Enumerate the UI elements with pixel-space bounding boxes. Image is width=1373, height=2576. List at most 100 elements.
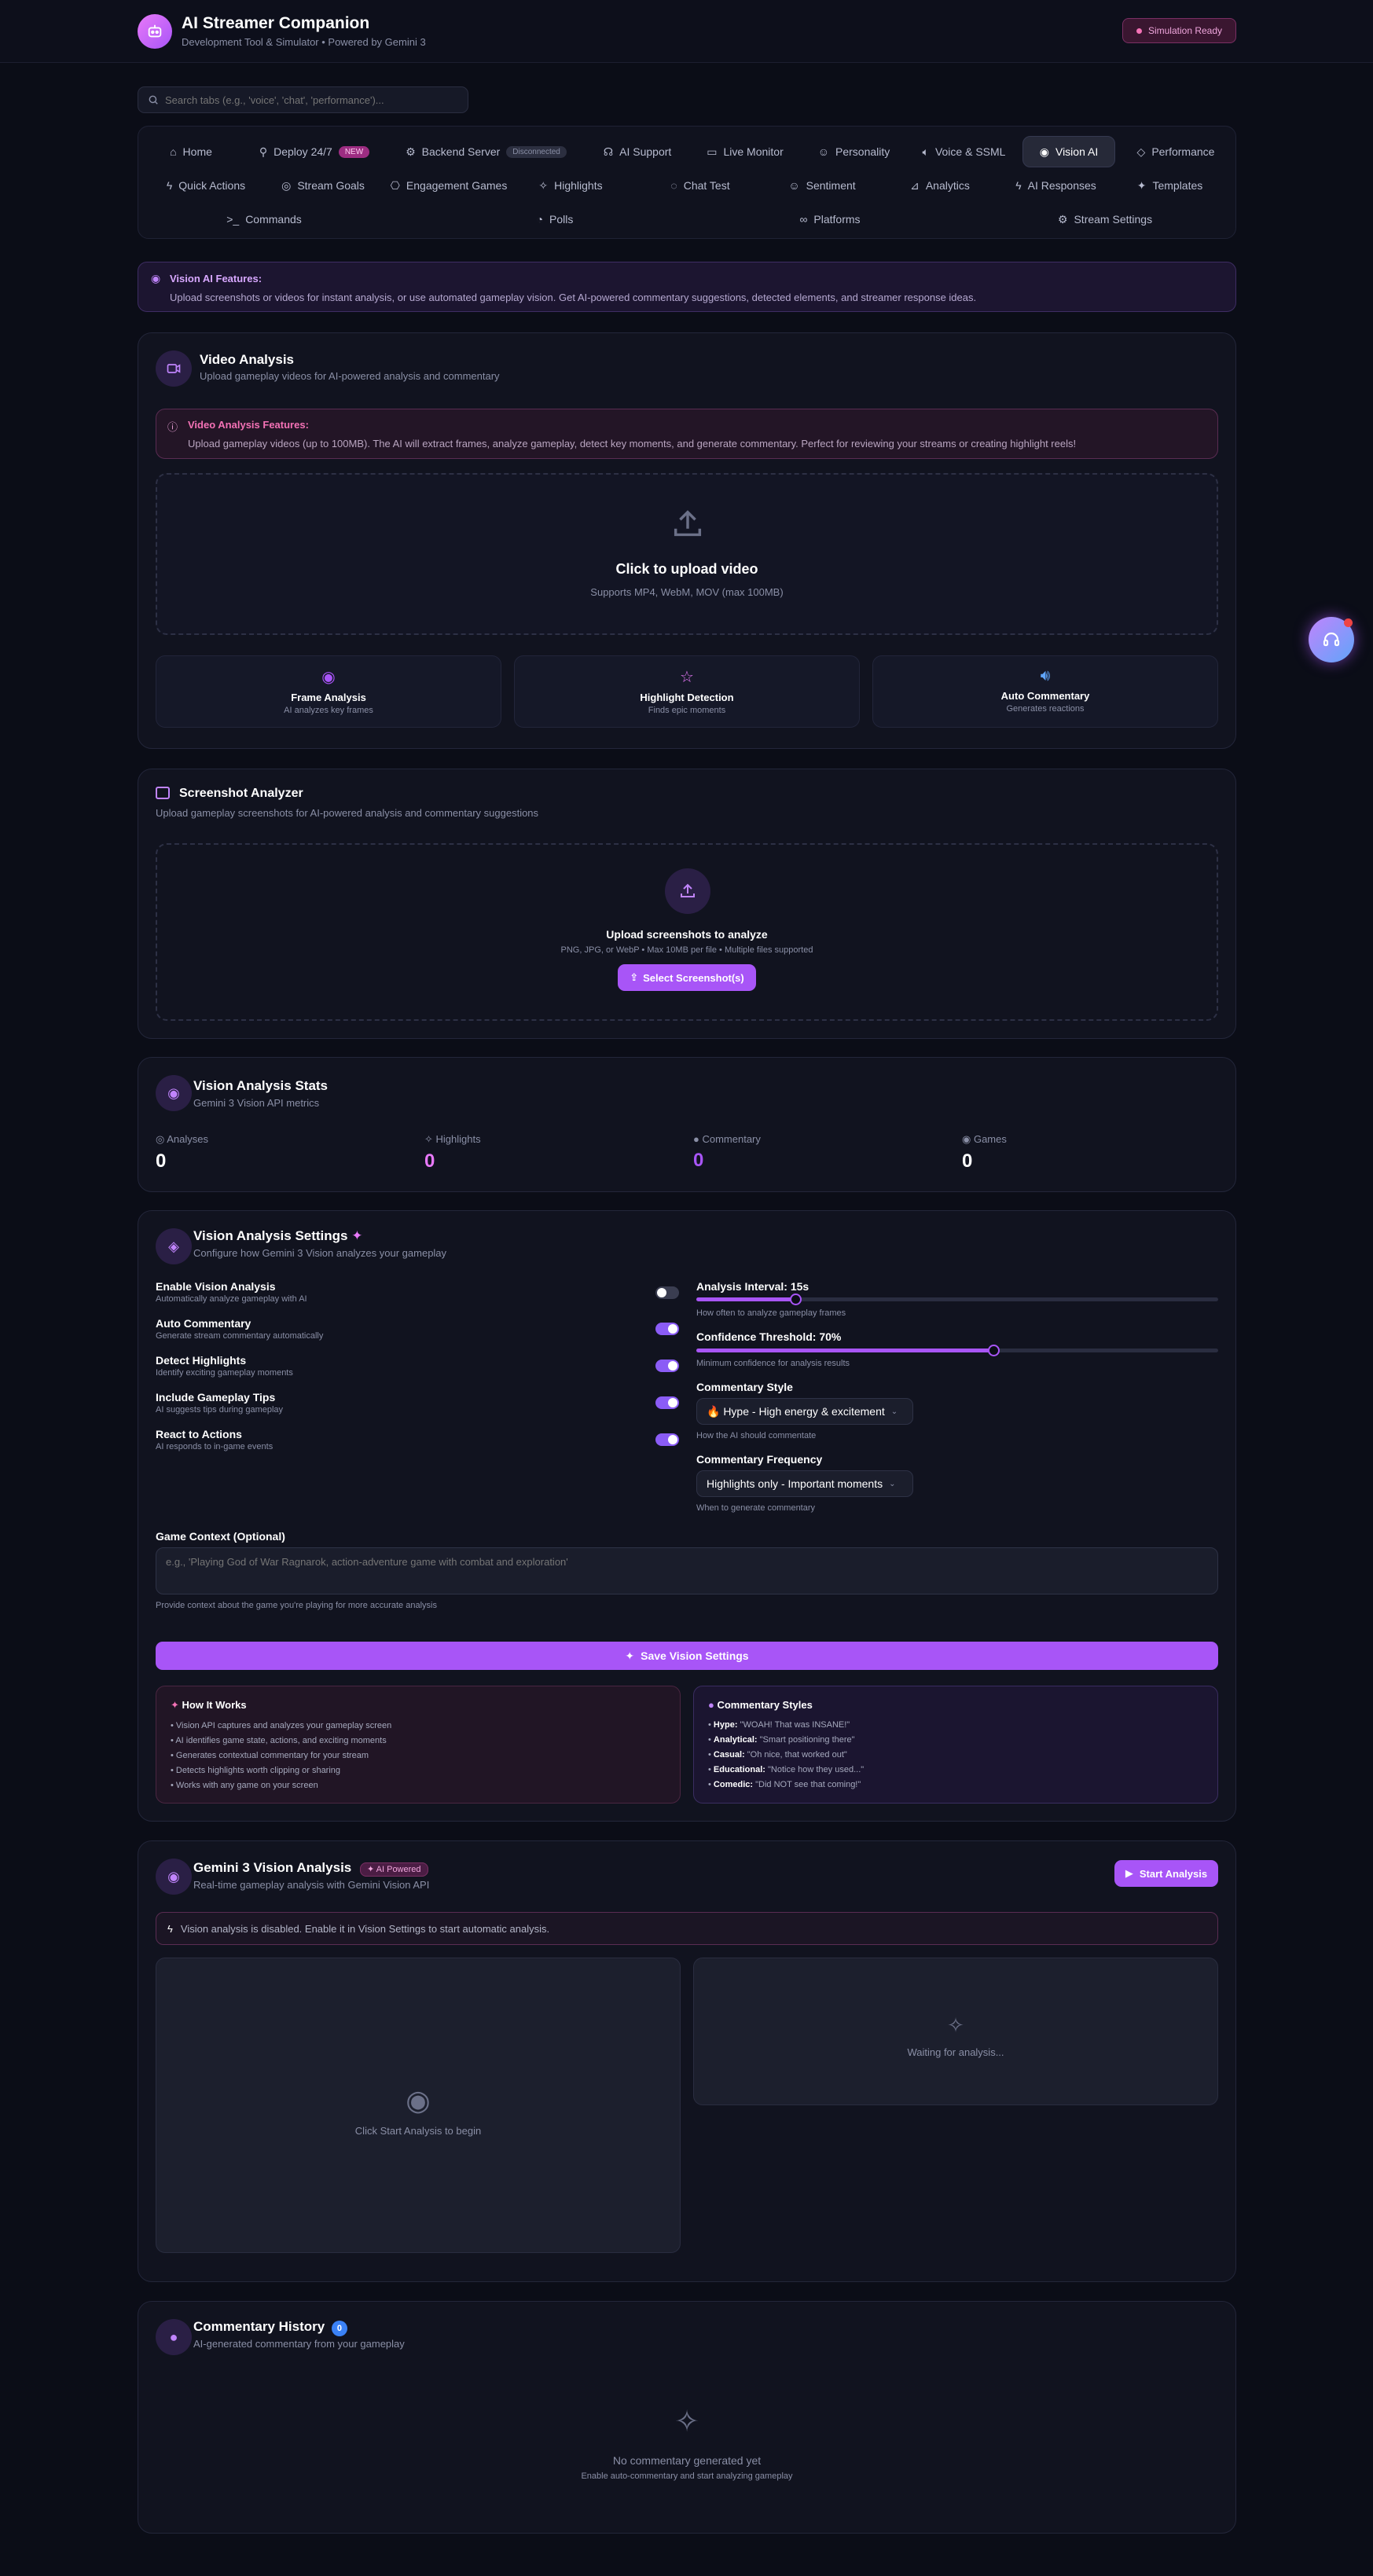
chat-icon-wrap: ●	[156, 2319, 192, 2355]
gameplay-tips-toggle[interactable]	[655, 1396, 679, 1409]
toggle-label: Detect Highlights	[156, 1354, 247, 1367]
save-vision-settings-button[interactable]: ✦ Save Vision Settings	[156, 1642, 1218, 1670]
tab-chat-test[interactable]: ◌ Chat Test	[661, 170, 740, 201]
tab-personality[interactable]: ☺ Personality	[809, 136, 899, 167]
tab-highlights[interactable]: ✧ Highlights	[531, 170, 610, 201]
video-features-title: Video Analysis Features:	[188, 419, 309, 431]
headset-icon: ☊	[603, 145, 614, 158]
sparkle-icon: ✦	[366, 1865, 376, 1874]
interval-slider-fill	[696, 1297, 796, 1301]
feature-sub: Finds epic moments	[648, 706, 726, 715]
tab-platforms[interactable]: ∞ Platforms	[783, 204, 877, 235]
list-item: • Works with any game on your screen	[171, 1781, 318, 1790]
tab-stream-goals[interactable]: ◎ Stream Goals	[272, 170, 374, 201]
tab-stream-settings[interactable]: ⚙ Stream Settings	[1042, 204, 1168, 235]
react-actions-toggle[interactable]	[655, 1433, 679, 1446]
list-item: • Vision API captures and analyzes your …	[171, 1721, 392, 1730]
support-fab[interactable]	[1309, 617, 1354, 662]
search-bar[interactable]	[138, 86, 468, 113]
robot-icon	[148, 24, 162, 38]
detect-highlights-toggle[interactable]	[655, 1360, 679, 1372]
auto-commentary-toggle[interactable]	[655, 1323, 679, 1335]
gear-icon: ⚙	[1057, 212, 1068, 226]
confidence-slider[interactable]	[696, 1345, 1218, 1356]
smile-icon: ☺	[788, 179, 800, 192]
stat-commentary: ● Commentary 0	[693, 1133, 761, 1171]
interval-slider[interactable]	[696, 1294, 1218, 1305]
how-it-works-box: ✦ How It Works • Vision API captures and…	[156, 1686, 681, 1804]
toggle-label: Auto Commentary	[156, 1317, 251, 1330]
stat-value: 0	[156, 1150, 167, 1172]
toggle-label: React to Actions	[156, 1428, 242, 1440]
video-title: Video Analysis	[200, 352, 294, 367]
slider-thumb[interactable]	[988, 1345, 1000, 1356]
bolt-icon: ϟ	[167, 1922, 173, 1935]
settings-icon-wrap: ◈	[156, 1228, 192, 1264]
toggle-desc: AI responds to in-game events	[156, 1442, 273, 1451]
info-icon: ⓘ	[167, 421, 178, 433]
list-item: • Casual: "Oh nice, that worked out"	[708, 1750, 847, 1760]
tab-backend[interactable]: ⚙ Backend Server Disconnected	[398, 136, 575, 167]
eye-icon: ◉	[167, 1868, 180, 1884]
screenshot-dropzone[interactable]: Upload screenshots to analyze PNG, JPG, …	[156, 843, 1218, 1021]
tab-engagement[interactable]: ⎔ Engagement Games	[382, 170, 516, 201]
status-badge: Simulation Ready	[1122, 18, 1236, 43]
list-item: • Educational: "Notice how they used..."	[708, 1765, 865, 1774]
eye-icon-wrap: ◉	[156, 1859, 192, 1895]
image-icon	[156, 787, 170, 799]
tab-bar: ⌂ Home ⚲ Deploy 24/7 NEW ⚙ Backend Server Dis…	[138, 126, 1236, 239]
game-context-input[interactable]	[156, 1547, 1218, 1594]
search-input[interactable]	[165, 94, 464, 106]
tab-ai-responses[interactable]: ϟ AI Responses	[1007, 170, 1105, 201]
slider-thumb[interactable]	[790, 1294, 802, 1305]
stat-analyses: ◎ Analyses 0	[156, 1133, 208, 1172]
tab-analytics[interactable]: ⊿ Analytics	[897, 170, 983, 201]
tab-voice[interactable]: 🔈︎ Voice & SSML	[915, 136, 1013, 167]
start-analysis-button[interactable]: ▶ Start Analysis	[1114, 1860, 1218, 1887]
chat-icon: ●	[693, 1133, 703, 1145]
feature-sub: AI analyzes key frames	[284, 706, 373, 715]
select-screenshots-button[interactable]: ⇪ Select Screenshot(s)	[618, 964, 756, 991]
feature-title: Frame Analysis	[291, 692, 366, 703]
sparkle-icon: ✧	[947, 2013, 964, 2037]
context-desc: Provide context about the game you're pl…	[156, 1601, 437, 1610]
tab-vision[interactable]: ◉ Vision AI	[1022, 136, 1115, 167]
upload-icon	[674, 510, 702, 537]
eye-icon: ◉	[1039, 145, 1049, 158]
tab-performance[interactable]: ◇ Performance	[1125, 136, 1227, 167]
tab-ai-support[interactable]: ☊ AI Support	[594, 136, 681, 167]
toggle-desc: AI suggests tips during gameplay	[156, 1405, 284, 1415]
tab-quick-actions[interactable]: ϟ Quick Actions	[156, 170, 256, 201]
tab-sentiment[interactable]: ☺ Sentiment	[779, 170, 865, 201]
screenshot-upload-title: Upload screenshots to analyze	[606, 928, 768, 941]
video-dropzone[interactable]: Click to upload video Supports MP4, WebM…	[156, 473, 1218, 635]
sparkle-icon: ✦	[625, 1649, 635, 1662]
screenshot-upload-sub: PNG, JPG, or WebP • Max 10MB per file • …	[560, 945, 813, 955]
confidence-label: Confidence Threshold: 70%	[696, 1330, 842, 1343]
commentary-style-select[interactable]: 🔥 Hype - High energy & excitement ⌄	[696, 1398, 913, 1425]
stat-value: 0	[693, 1150, 704, 1171]
tab-commands[interactable]: >_ Commands	[217, 204, 311, 235]
tab-home[interactable]: ⌂ Home	[156, 136, 226, 167]
video-upload-sub: Supports MP4, WebM, MOV (max 100MB)	[590, 586, 784, 598]
context-label: Game Context (Optional)	[156, 1530, 285, 1543]
gemini-title: Gemini 3 Vision Analysis ✦ AI Powered	[193, 1860, 428, 1877]
enable-vision-toggle[interactable]	[655, 1286, 679, 1299]
video-icon-wrap	[156, 350, 192, 387]
gamepad-icon: ⎔	[390, 178, 400, 192]
tab-live-monitor[interactable]: ▭ Live Monitor	[698, 136, 792, 167]
commentary-frequency-select[interactable]: Highlights only - Important moments ⌄	[696, 1470, 913, 1497]
toggle-desc: Automatically analyze gameplay with AI	[156, 1294, 307, 1304]
bolt-icon: ϟ	[166, 179, 173, 192]
sparkle-icon: ✦	[171, 1699, 182, 1711]
tab-templates[interactable]: ✦ Templates	[1125, 170, 1215, 201]
persona-icon: ☺	[817, 145, 830, 158]
preview-panel: ◉ Click Start Analysis to begin	[156, 1958, 681, 2253]
stat-highlights: ✧ Highlights 0	[424, 1133, 481, 1172]
settings-icon: ◈	[168, 1238, 179, 1254]
tab-polls[interactable]: ◔ Polls	[519, 204, 590, 235]
commentary-styles-box: ● Commentary Styles • Hype: "WOAH! That …	[693, 1686, 1218, 1804]
eye-icon: ◉	[406, 2084, 431, 2116]
feature-frame-analysis: ◉ Frame Analysis AI analyzes key frames	[156, 655, 501, 728]
tab-deploy[interactable]: ⚲ Deploy 24/7 NEW	[248, 136, 380, 167]
